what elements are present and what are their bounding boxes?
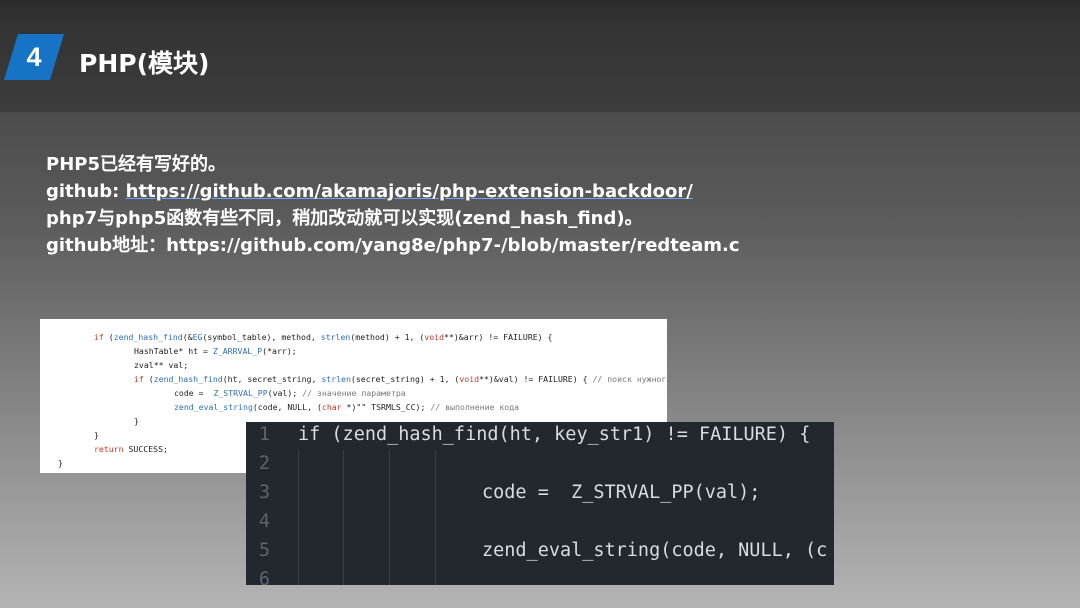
note-line-4: github地址：https://github.com/yang8e/php7-… <box>46 235 740 256</box>
code-text: zend_eval_string(code, NULL, (c <box>482 540 828 561</box>
line-number: 6 <box>258 569 270 585</box>
php7-code-editor-screenshot: 1 if (zend_hash_find(ht, key_str1) != FA… <box>246 422 834 585</box>
line-number: 5 <box>258 540 270 561</box>
editor-line-5: 5 zend_eval_string(code, NULL, (c <box>246 540 834 569</box>
code-line: zend_eval_string(code, NULL, (char *)"" … <box>174 402 520 412</box>
github-link-php5[interactable]: https://github.com/akamajoris/php-extens… <box>126 181 693 202</box>
code-line: zval** val; <box>134 360 189 370</box>
note-line-2: github: https://github.com/akamajoris/ph… <box>46 178 740 205</box>
code-line: } <box>134 416 139 426</box>
code-line: return SUCCESS; <box>94 444 168 454</box>
note-line-1: PHP5已经有写好的。 <box>46 154 226 175</box>
slide-notes: PHP5已经有写好的。 github: https://github.com/a… <box>46 151 740 259</box>
line-number: 3 <box>258 482 270 503</box>
note-line-3: php7与php5函数有些不同，稍加改动就可以实现(zend_hash_find… <box>46 208 643 229</box>
slide-title: PHP(模块) <box>79 49 210 78</box>
code-line: HashTable* ht = Z_ARRVAL_P(*arr); <box>134 346 297 356</box>
editor-line-1: 1 if (zend_hash_find(ht, key_str1) != FA… <box>246 424 834 453</box>
code-text: code = Z_STRVAL_PP(val); <box>482 482 761 503</box>
code-line: } <box>58 458 63 468</box>
line-number: 1 <box>258 424 270 445</box>
editor-line-4: 4 <box>246 511 834 540</box>
code-line: if (zend_hash_find(&EG(symbol_table), me… <box>94 332 553 342</box>
code-line: if (zend_hash_find(ht, secret_string, st… <box>134 374 667 384</box>
code-text: if (zend_hash_find(ht, key_str1) != FAIL… <box>298 424 811 445</box>
line-number: 4 <box>258 511 270 532</box>
code-line: code = Z_STRVAL_PP(val); // значение пар… <box>174 388 406 398</box>
editor-line-6: 6 <box>246 569 834 585</box>
code-line: } <box>94 430 99 440</box>
top-band <box>0 0 1080 30</box>
note-line-2-prefix: github: <box>46 181 126 202</box>
editor-line-3: 3 code = Z_STRVAL_PP(val); <box>246 482 834 511</box>
line-number: 2 <box>258 453 270 474</box>
editor-line-2: 2 <box>246 453 834 482</box>
